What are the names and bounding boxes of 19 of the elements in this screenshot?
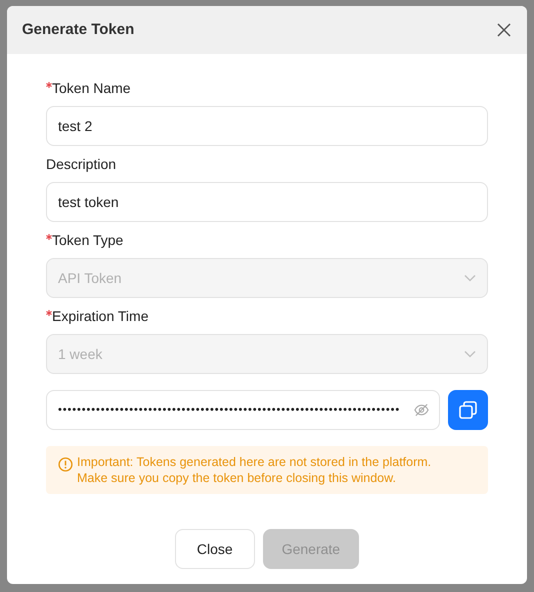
field-label: Expiration Time <box>52 307 148 326</box>
field-label: Description <box>46 155 116 174</box>
close-button[interactable]: Close <box>174 529 255 569</box>
token-field[interactable]: •••••••••••••••••••••••••••••••••••••••••••••••••••••••••••••••••••••••• <box>46 390 440 430</box>
info-icon <box>58 457 73 472</box>
token-value: •••••••••••••••••••••••••••••••••••••••••••••••••••••••••••••••••••••••• <box>58 402 402 418</box>
alert-text: Make sure you copy the token before closing this window. <box>77 470 397 486</box>
chevron-down-icon <box>464 350 476 358</box>
field-label: Token Type <box>52 231 124 250</box>
alert-text: Important: Tokens generated here are not stored in the platform. <box>77 454 432 470</box>
dialog-title: Generate Token <box>22 20 134 40</box>
eye-slash-icon[interactable] <box>414 403 429 417</box>
copy-button[interactable] <box>448 390 488 430</box>
input-field[interactable]: test 2 <box>46 106 488 146</box>
input-field[interactable]: test token <box>46 182 488 222</box>
field-label: Token Name <box>52 79 131 98</box>
close-icon[interactable] <box>497 23 511 37</box>
chevron-down-icon <box>464 274 476 282</box>
copy-icon <box>459 401 477 419</box>
